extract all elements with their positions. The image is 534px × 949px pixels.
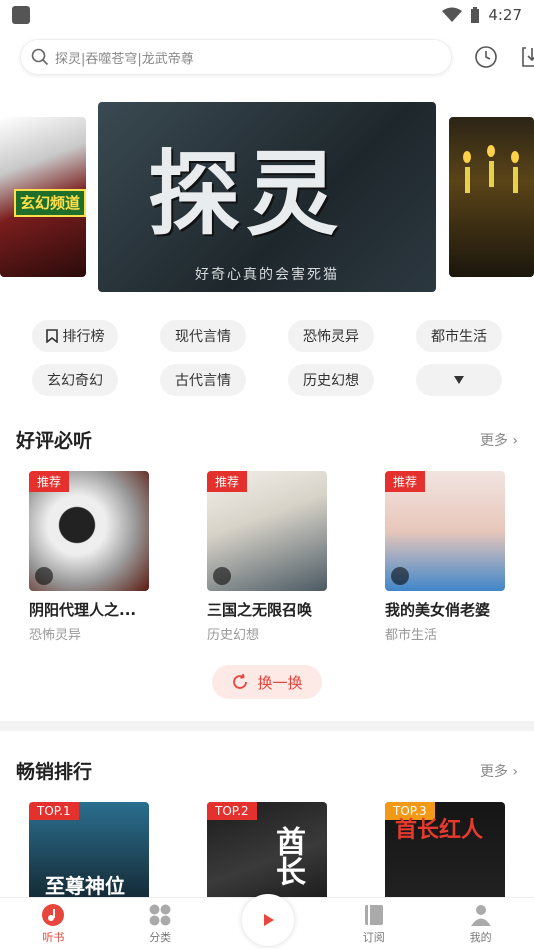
- status-time: 4:27: [488, 6, 522, 24]
- tab-label: 订阅: [362, 931, 385, 944]
- book-title: 我的美女俏老婆: [385, 601, 491, 619]
- search-input[interactable]: 探灵|吞噬苍穹|龙武帝尊: [20, 39, 452, 75]
- player-button[interactable]: [242, 894, 294, 946]
- recommend-badge: 推荐: [385, 471, 426, 492]
- cover-title: 酋长: [270, 826, 305, 886]
- category-label: 排行榜: [62, 329, 105, 345]
- candle: [465, 167, 470, 193]
- more-link[interactable]: 更多 ›: [480, 430, 518, 450]
- banner-right-slide[interactable]: [449, 117, 534, 277]
- cover-title: 首长红人: [395, 818, 484, 843]
- tab-listen[interactable]: 听书: [18, 903, 88, 945]
- category-chip[interactable]: 古代言情: [160, 364, 246, 396]
- top-rank-badge: TOP.1: [29, 802, 79, 820]
- headphone-icon: [213, 567, 231, 585]
- candle: [489, 161, 494, 187]
- book-card[interactable]: 推荐 我的美女俏老婆 都市生活: [385, 471, 505, 643]
- tab-label: 分类: [149, 931, 172, 944]
- book-card[interactable]: 推荐 阴阳代理人之... 恐怖灵异: [29, 471, 149, 643]
- candle-flame: [487, 145, 495, 157]
- banner-main-slide[interactable]: 探灵 好奇心真的会害死猫: [98, 102, 436, 292]
- battery-icon: [471, 7, 480, 23]
- top-bar: 探灵|吞噬苍穹|龙武帝尊: [0, 30, 534, 80]
- banner-main-title: 探灵: [148, 140, 345, 248]
- category-ranking[interactable]: 排行榜: [32, 320, 118, 352]
- book-cover: 推荐: [385, 471, 505, 591]
- section-title: 畅销排行: [16, 761, 93, 783]
- more-label: 更多: [479, 763, 508, 780]
- category-grid: 排行榜 现代言情 恐怖灵异 都市生活 玄幻奇幻 古代言情 历史幻想: [0, 302, 534, 396]
- section-header-bestsellers: 畅销排行 更多 ›: [0, 757, 534, 784]
- top-rank-badge: TOP.2: [207, 802, 257, 820]
- headphone-icon: [35, 567, 53, 585]
- category-chip[interactable]: 现代言情: [160, 320, 246, 352]
- book-cover: 推荐: [29, 471, 149, 591]
- candle-flame: [511, 151, 519, 163]
- tab-label: 听书: [42, 931, 65, 944]
- book-icon: [364, 905, 383, 925]
- music-note-icon: [42, 904, 65, 926]
- section-header-recommended: 好评必听 更多 ›: [0, 426, 534, 453]
- wifi-icon: [442, 7, 463, 22]
- banner-left-tag: 玄幻频道: [14, 189, 86, 217]
- category-chip[interactable]: 恐怖灵异: [288, 320, 374, 352]
- download-icon[interactable]: [520, 45, 534, 69]
- app-notification-icon: [12, 6, 30, 24]
- section-title: 好评必听: [16, 430, 93, 452]
- search-placeholder: 探灵|吞噬苍穹|龙武帝尊: [55, 51, 194, 67]
- book-category: 历史幻想: [207, 628, 260, 643]
- search-icon: [31, 48, 49, 66]
- play-icon: [264, 914, 274, 926]
- category-chip[interactable]: 玄幻奇幻: [32, 364, 118, 396]
- section-divider: [0, 721, 534, 731]
- tab-label: 我的: [469, 931, 492, 944]
- history-clock-icon[interactable]: [474, 45, 498, 69]
- category-chip[interactable]: 历史幻想: [288, 364, 374, 396]
- recommended-book-list: 推荐 阴阳代理人之... 恐怖灵异 推荐 三国之无限召唤 历史幻想 推荐 我的美…: [0, 471, 534, 643]
- category-expand-button[interactable]: [416, 364, 502, 396]
- banner-carousel[interactable]: 玄幻频道 探灵 好奇心真的会害死猫: [0, 92, 534, 302]
- status-bar: 4:27: [0, 0, 534, 30]
- tab-subscribe[interactable]: 订阅: [339, 903, 409, 945]
- book-category: 恐怖灵异: [29, 628, 82, 643]
- candle-flame: [463, 151, 471, 163]
- bookmark-icon: [45, 329, 58, 343]
- chevron-right-icon: ›: [512, 432, 518, 449]
- grid-icon: [149, 904, 171, 926]
- headphone-icon: [391, 567, 409, 585]
- refresh-button[interactable]: 换一换: [212, 665, 322, 699]
- tab-category[interactable]: 分类: [125, 903, 195, 945]
- recommend-badge: 推荐: [207, 471, 248, 492]
- book-title: 三国之无限召唤: [207, 601, 313, 619]
- cover-title: 至尊神位: [45, 874, 125, 898]
- book-card[interactable]: 推荐 三国之无限召唤 历史幻想: [207, 471, 327, 643]
- candle: [513, 167, 518, 193]
- banner-left-slide[interactable]: 玄幻频道: [0, 117, 86, 277]
- category-chip[interactable]: 都市生活: [416, 320, 502, 352]
- refresh-icon: [233, 673, 248, 689]
- recommend-badge: 推荐: [29, 471, 70, 492]
- book-title: 阴阳代理人之...: [29, 601, 137, 619]
- more-label: 更多: [479, 432, 508, 449]
- refresh-label: 换一换: [257, 673, 303, 692]
- more-link[interactable]: 更多 ›: [480, 761, 518, 781]
- book-category: 都市生活: [385, 628, 438, 643]
- book-cover: 推荐: [207, 471, 327, 591]
- tab-profile[interactable]: 我的: [446, 903, 516, 945]
- triangle-down-icon: [454, 376, 464, 384]
- chevron-right-icon: ›: [512, 763, 518, 780]
- person-icon: [470, 905, 491, 926]
- banner-main-subtitle: 好奇心真的会害死猫: [195, 267, 339, 283]
